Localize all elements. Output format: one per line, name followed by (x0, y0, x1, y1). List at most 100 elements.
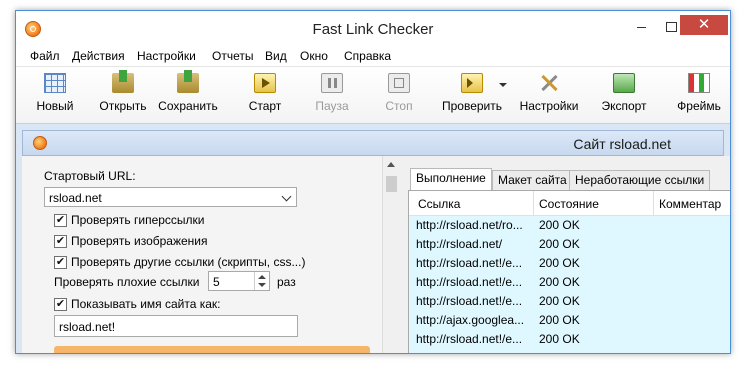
start-button[interactable]: Старт (240, 69, 290, 119)
table-row[interactable]: http://rsload.net!/e... 200 OK (409, 292, 730, 311)
column-link[interactable]: Ссылка (418, 197, 460, 211)
menu-settings[interactable]: Настройки (137, 49, 196, 63)
chevron-down-icon[interactable] (258, 283, 266, 287)
frames-icon (688, 73, 710, 93)
mdi-client: Сайт rsload.net Стартовый URL: rsload.ne… (16, 124, 730, 353)
column-comment[interactable]: Комментар (659, 197, 721, 211)
link-cell: http://ajax.googlea... (416, 313, 525, 327)
bad-links-spinner[interactable]: 5 (208, 271, 270, 291)
play-icon (254, 73, 276, 93)
close-button[interactable]: ✕ (680, 15, 728, 35)
document-title: Сайт rsload.net (573, 136, 671, 152)
minimize-icon (636, 26, 646, 28)
links-table: Ссылка Состояние Комментар http://rsload… (408, 190, 730, 353)
table-row[interactable]: http://rsload.net/ 200 OK (409, 235, 730, 254)
show-site-name-checkbox[interactable]: ✔ (54, 298, 67, 311)
start-url-value: rsload.net (49, 191, 102, 205)
check-label: Проверить (441, 99, 502, 113)
link-cell: http://rsload.net/ (416, 237, 503, 251)
frames-label: Фреймь (677, 99, 721, 113)
status-cell: 200 OK (539, 275, 580, 289)
show-site-name-label: Показывать имя сайта как: (71, 297, 221, 311)
status-cell: 200 OK (539, 256, 580, 270)
link-cell: http://rsload.net!/e... (416, 294, 523, 308)
menu-file[interactable]: Файл (30, 49, 60, 63)
menu-window[interactable]: Окно (300, 49, 328, 63)
settings-button[interactable]: Настройки (516, 69, 582, 119)
scroll-thumb[interactable] (386, 176, 397, 192)
new-label: Новый (36, 99, 74, 113)
site-name-value: rsload.net! (59, 320, 116, 334)
stop-button[interactable]: Стоп (374, 69, 424, 119)
start-label: Старт (248, 99, 282, 113)
tab-broken-links[interactable]: Неработающие ссылки (569, 170, 711, 190)
menu-actions[interactable]: Действия (72, 49, 125, 63)
chevron-up-icon[interactable] (258, 275, 266, 279)
results-panel: Выполнение Макет сайта Неработающие ссыл… (400, 156, 730, 353)
frames-button[interactable]: Фреймь (668, 69, 730, 119)
column-divider[interactable] (653, 191, 654, 215)
link-cell: http://rsload.net/ro... (416, 218, 523, 232)
spinner-buttons[interactable] (254, 272, 269, 290)
status-cell: 200 OK (539, 294, 580, 308)
app-window: Fast Link Checker ✕ Файл Действия Настро… (15, 10, 731, 354)
stop-icon (388, 73, 410, 93)
check-button[interactable]: Проверить (439, 69, 507, 119)
settings-panel: Стартовый URL: rsload.net ✔ Проверять ги… (22, 156, 400, 353)
status-cell: 200 OK (539, 313, 580, 327)
settings-label: Настройки (519, 99, 579, 113)
link-cell: http://rsload.net!/e... (416, 256, 523, 270)
export-label: Экспорт (601, 99, 647, 113)
column-status[interactable]: Состояние (539, 197, 599, 211)
open-folder-icon (112, 70, 134, 93)
bad-links-value: 5 (213, 275, 220, 289)
status-cell: 200 OK (539, 237, 580, 251)
menu-help[interactable]: Справка (344, 49, 391, 63)
table-row[interactable]: http://rsload.net!/e... 200 OK (409, 273, 730, 292)
menu-view[interactable]: Вид (265, 49, 287, 63)
table-row[interactable]: http://rsload.net!/e... 200 OK (409, 330, 730, 349)
check-hyperlinks-checkbox[interactable]: ✔ (54, 214, 67, 227)
tab-site-map[interactable]: Макет сайта (492, 170, 573, 190)
new-button[interactable]: Новый (30, 69, 80, 119)
document-title-bar: Сайт rsload.net (22, 130, 724, 156)
chevron-down-icon[interactable] (499, 83, 507, 87)
chevron-down-icon[interactable] (281, 191, 292, 202)
save-button[interactable]: Сохранить (156, 69, 220, 119)
check-other-label: Проверять другие ссылки (скрипты, css...… (71, 255, 306, 269)
save-label: Сохранить (158, 99, 218, 113)
check-hyperlinks-label: Проверять гиперссылки (71, 213, 205, 227)
status-cell: 200 OK (539, 218, 580, 232)
pause-button[interactable]: Пауза (307, 69, 357, 119)
status-cell: 200 OK (539, 332, 580, 346)
export-icon (613, 73, 635, 93)
check-dropdown-icon (461, 73, 483, 93)
stop-label: Стоп (385, 99, 413, 113)
next-group-header (54, 346, 370, 353)
bad-links-unit: раз (277, 275, 296, 289)
table-row[interactable]: http://ajax.googlea... 200 OK (409, 311, 730, 330)
toolbar: Новый Открыть Сохранить Старт Пауза Стоп… (16, 67, 730, 124)
new-grid-icon (44, 73, 66, 93)
save-folder-icon (177, 70, 199, 93)
start-url-combo[interactable]: rsload.net (44, 187, 297, 207)
check-images-checkbox[interactable]: ✔ (54, 235, 67, 248)
check-images-label: Проверять изображения (71, 234, 208, 248)
maximize-icon (665, 22, 677, 33)
tab-progress[interactable]: Выполнение (410, 168, 492, 190)
open-button[interactable]: Открыть (94, 69, 152, 119)
settings-scrollbar[interactable] (382, 156, 400, 353)
column-divider[interactable] (533, 191, 534, 215)
bad-links-label: Проверять плохие ссылки (54, 275, 200, 289)
check-other-checkbox[interactable]: ✔ (54, 256, 67, 269)
open-label: Открыть (99, 99, 147, 113)
scroll-up-icon[interactable] (387, 162, 395, 167)
table-row[interactable]: http://rsload.net!/e... 200 OK (409, 254, 730, 273)
menu-reports[interactable]: Отчеты (212, 49, 253, 63)
document-icon[interactable] (33, 136, 47, 150)
start-url-label: Стартовый URL: (44, 169, 136, 183)
minimize-button[interactable] (626, 15, 656, 39)
table-row[interactable]: http://rsload.net/ro... 200 OK (409, 216, 730, 235)
site-name-input[interactable]: rsload.net! (54, 315, 298, 337)
export-button[interactable]: Экспорт (596, 69, 652, 119)
